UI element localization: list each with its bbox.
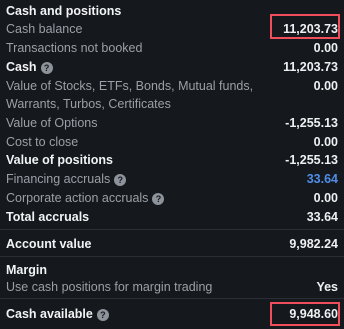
cash-available-label: Cash available (6, 307, 93, 321)
value-of-stocks-value: 0.00 (313, 79, 338, 93)
row-transactions-not-booked: Transactions not booked 0.00 (6, 41, 338, 55)
transactions-not-booked-label: Transactions not booked (6, 41, 143, 55)
cash-and-positions-panel: Cash and positions Cash balance 11,203.7… (0, 0, 344, 329)
financing-accruals-info-icon[interactable]: ? (114, 174, 127, 186)
total-accruals-value: 33.64 (306, 210, 338, 224)
value-of-positions-value: -1,255.13 (285, 153, 338, 167)
cash-available-label-wrap: Cash available? (6, 307, 109, 321)
corporate-action-accruals-info-icon[interactable]: ? (152, 193, 165, 205)
cash-value: 11,203.73 (283, 60, 338, 74)
corporate-action-accruals-label-wrap: Corporate action accruals? (6, 191, 165, 205)
cash-available-highlight (270, 302, 340, 326)
corporate-action-accruals-value: 0.00 (313, 191, 338, 205)
corporate-action-accruals-label: Corporate action accruals (6, 191, 149, 205)
section-title: Cash and positions (6, 4, 122, 18)
cash-balance-highlight (270, 14, 340, 39)
value-of-positions-label: Value of positions (6, 153, 113, 167)
account-value-value: 9,982.24 (289, 237, 338, 251)
use-cash-positions-label: Use cash positions for margin trading (6, 280, 213, 294)
row-financing-accruals: Financing accruals? 33.64 (6, 172, 338, 186)
cash-balance-label: Cash balance (6, 22, 83, 36)
margin-title: Margin (6, 263, 47, 277)
row-corporate-action-accruals: Corporate action accruals? 0.00 (6, 191, 338, 205)
value-of-stocks-label-line1: Value of Stocks, ETFs, Bonds, Mutual fun… (6, 79, 254, 93)
row-total-accruals: Total accruals 33.64 (6, 210, 338, 224)
row-use-cash-positions: Use cash positions for margin trading Ye… (6, 280, 338, 294)
margin-header-row: Margin (6, 263, 338, 277)
financing-accruals-value-link[interactable]: 33.64 (307, 172, 338, 186)
cash-label: Cash (6, 60, 37, 74)
value-of-options-label: Value of Options (6, 116, 98, 130)
cash-label-wrap: Cash? (6, 60, 53, 74)
financing-accruals-label: Financing accruals (6, 172, 111, 186)
row-value-of-options: Value of Options -1,255.13 (6, 116, 338, 130)
value-of-stocks-label: Value of Stocks, ETFs, Bonds, Mutual fun… (6, 77, 253, 113)
row-value-of-stocks: Value of Stocks, ETFs, Bonds, Mutual fun… (6, 77, 338, 113)
row-cash: Cash? 11,203.73 (6, 60, 338, 74)
cost-to-close-label: Cost to close (6, 135, 79, 149)
value-of-options-value: -1,255.13 (285, 116, 338, 130)
transactions-not-booked-value: 0.00 (313, 41, 338, 55)
account-value-label: Account value (6, 237, 92, 251)
divider-account-value (0, 256, 344, 257)
row-value-of-positions: Value of positions -1,255.13 (6, 153, 338, 167)
cost-to-close-value: 0.00 (313, 135, 338, 149)
cash-available-info-icon[interactable]: ? (96, 309, 109, 321)
divider-margin (0, 298, 344, 299)
row-account-value: Account value 9,982.24 (6, 237, 338, 251)
row-cost-to-close: Cost to close 0.00 (6, 135, 338, 149)
use-cash-positions-value: Yes (316, 280, 338, 294)
financing-accruals-label-wrap: Financing accruals? (6, 172, 127, 186)
divider-accruals (0, 229, 344, 230)
total-accruals-label: Total accruals (6, 210, 90, 224)
value-of-stocks-label-line2: Warrants, Turbos, Certificates (6, 97, 171, 111)
cash-info-icon[interactable]: ? (40, 62, 53, 74)
